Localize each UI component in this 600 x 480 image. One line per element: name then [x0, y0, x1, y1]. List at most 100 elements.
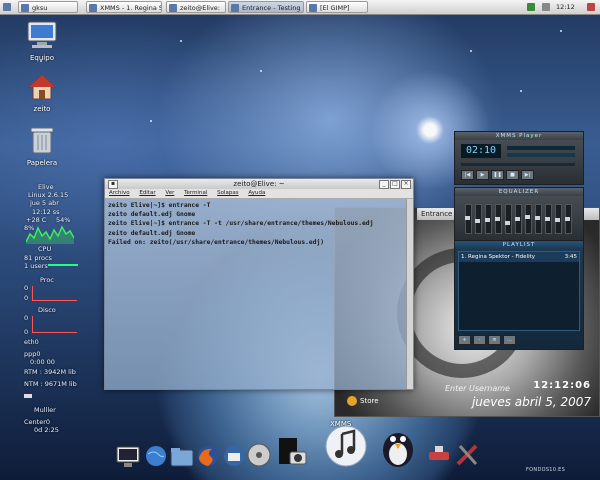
camera-icon[interactable] [276, 434, 308, 468]
xmms-main-window[interactable]: XMMS Player 02:10 |◀ ▶ ❚❚ ■ ▶| [454, 131, 584, 185]
xmms-title[interactable]: XMMS Player [455, 132, 583, 140]
proc-value: 0 [24, 284, 29, 292]
eq-slider[interactable] [495, 204, 502, 234]
xmms-playlist[interactable]: PLAYLIST 1. Regina Spektor - Fidelity 3:… [454, 240, 584, 350]
eq-slider-knob[interactable] [465, 216, 470, 220]
xmms-equalizer[interactable]: EQUALIZER [454, 187, 584, 241]
eq-slider[interactable] [515, 204, 522, 234]
eq-slider[interactable] [545, 204, 552, 234]
xmms-time-display: 02:10 [461, 144, 501, 158]
eq-title[interactable]: EQUALIZER [455, 188, 583, 196]
store-label: Store [360, 397, 379, 405]
xmms-seek-bar[interactable] [461, 163, 575, 166]
xmms-pause-button[interactable]: ❚❚ [491, 170, 504, 180]
eq-slider[interactable] [485, 204, 492, 234]
playlist-toolbar: + - ≡… [458, 334, 580, 346]
eq-slider[interactable] [475, 204, 482, 234]
disk-label: Disco [38, 306, 56, 314]
menu-ayuda[interactable]: Ayuda [248, 190, 265, 196]
folder-icon[interactable] [170, 446, 194, 468]
pl-misc-button[interactable]: … [503, 335, 516, 345]
desktop-icon-equipo[interactable]: Equipo [14, 20, 70, 62]
playlist-item[interactable]: 1. Regina Spektor - Fidelity 3:45 [459, 252, 579, 262]
window-menu-button[interactable]: ▪ [108, 180, 118, 189]
terminal-line: Failed on: zeito(/usr/share/entrance/the… [108, 238, 325, 246]
music-icon[interactable] [324, 422, 368, 468]
thunderbird-icon[interactable] [222, 444, 246, 468]
playlist-list[interactable]: 1. Regina Spektor - Fidelity 3:45 [458, 251, 580, 331]
xmms-volume-bar[interactable] [507, 153, 575, 157]
globe-icon[interactable] [144, 444, 168, 468]
eq-slider[interactable] [555, 204, 562, 234]
eq-slider[interactable] [505, 204, 512, 234]
store-button[interactable]: Store [347, 395, 387, 407]
star [470, 50, 472, 52]
desktop-icon-zeito[interactable]: zeito [14, 73, 70, 113]
task-gimp[interactable]: [El GIMP] [306, 1, 368, 13]
menu-archivo[interactable]: Archivo [109, 190, 130, 196]
eq-slider-knob[interactable] [515, 217, 520, 221]
tools-icon[interactable] [426, 442, 452, 468]
volume-applet[interactable] [540, 1, 553, 13]
eq-slider[interactable] [535, 204, 542, 234]
monitor-icon[interactable] [116, 446, 140, 468]
xmms-next-button[interactable]: ▶| [521, 170, 534, 180]
star [180, 40, 182, 42]
screwdriver-icon[interactable] [454, 442, 480, 468]
desktop: gksu XMMS - 1. Regina Spe zeito@Elive: E… [0, 0, 600, 480]
desktop-icon-papelera[interactable]: Papelera [14, 125, 70, 167]
eq-slider-knob[interactable] [555, 218, 560, 222]
eq-slider[interactable] [565, 204, 572, 234]
eq-slider-knob[interactable] [545, 217, 550, 221]
eq-slider-knob[interactable] [485, 218, 490, 222]
uptime-label: 0d 2:25 [34, 426, 59, 434]
procs-label: 81 procs [24, 254, 52, 262]
pl-add-button[interactable]: + [458, 335, 471, 345]
terminal-scrollbar[interactable] [406, 199, 413, 389]
ppp-label: ppp0 [24, 350, 41, 358]
eq-slider-knob[interactable] [505, 221, 510, 225]
eq-slider-knob[interactable] [535, 216, 540, 220]
pl-remove-button[interactable]: - [473, 335, 486, 345]
menu-button[interactable] [1, 1, 14, 13]
menu-solapas[interactable]: Solapas [217, 190, 238, 196]
net-interface: eth0 [24, 338, 39, 346]
proc-graph [32, 286, 77, 301]
menu-editar[interactable]: Editar [139, 190, 155, 196]
menu-terminal[interactable]: Terminal [184, 190, 207, 196]
eq-slider[interactable] [525, 204, 532, 234]
terminal-menubar: Archivo Editar Ver Terminal Solapas Ayud… [105, 189, 413, 199]
network-applet[interactable] [525, 1, 538, 13]
menu-ver[interactable]: Ver [165, 190, 174, 196]
xmms-stop-button[interactable]: ■ [506, 170, 519, 180]
eq-slider-knob[interactable] [475, 219, 480, 223]
playlist-title[interactable]: PLAYLIST [455, 241, 583, 249]
eq-slider-knob[interactable] [565, 217, 570, 221]
maximize-button[interactable]: □ [390, 180, 400, 189]
terminal-titlebar[interactable]: ▪ zeito@Elive: ~ _ □ × [105, 179, 413, 189]
task-gksu[interactable]: gksu [18, 1, 78, 13]
terminal-window[interactable]: ▪ zeito@Elive: ~ _ □ × Archivo Editar Ve… [104, 178, 414, 390]
close-button[interactable]: × [401, 180, 411, 189]
pl-select-button[interactable]: ≡ [488, 335, 501, 345]
eq-slider[interactable] [465, 204, 472, 234]
proc-value: 0 [24, 294, 29, 302]
xmms-play-button[interactable]: ▶ [476, 170, 489, 180]
film-icon[interactable] [246, 442, 272, 468]
panel-clock[interactable]: 12:12 [556, 1, 582, 13]
eq-slider-knob[interactable] [495, 217, 500, 221]
xmms-prev-button[interactable]: |◀ [461, 170, 474, 180]
task-terminal[interactable]: zeito@Elive: [166, 1, 226, 13]
show-desktop-button[interactable] [585, 1, 598, 13]
task-xmms[interactable]: XMMS - 1. Regina Spe [86, 1, 162, 13]
username-prompt[interactable]: Enter Username [445, 384, 510, 393]
wallpaper-credit: FONDOS10.ES [526, 467, 566, 473]
firefox-icon[interactable] [196, 444, 220, 468]
star [260, 70, 262, 72]
center-label: Center0 [24, 418, 51, 426]
minimize-button[interactable]: _ [379, 180, 389, 189]
penguin-icon[interactable] [378, 424, 418, 468]
task-entrance[interactable]: Entrance - Testing Mode [228, 1, 304, 13]
eq-slider-knob[interactable] [525, 215, 530, 219]
terminal-output[interactable]: zeito Elive|~]$ entrance -T zeito defaul… [105, 199, 407, 389]
